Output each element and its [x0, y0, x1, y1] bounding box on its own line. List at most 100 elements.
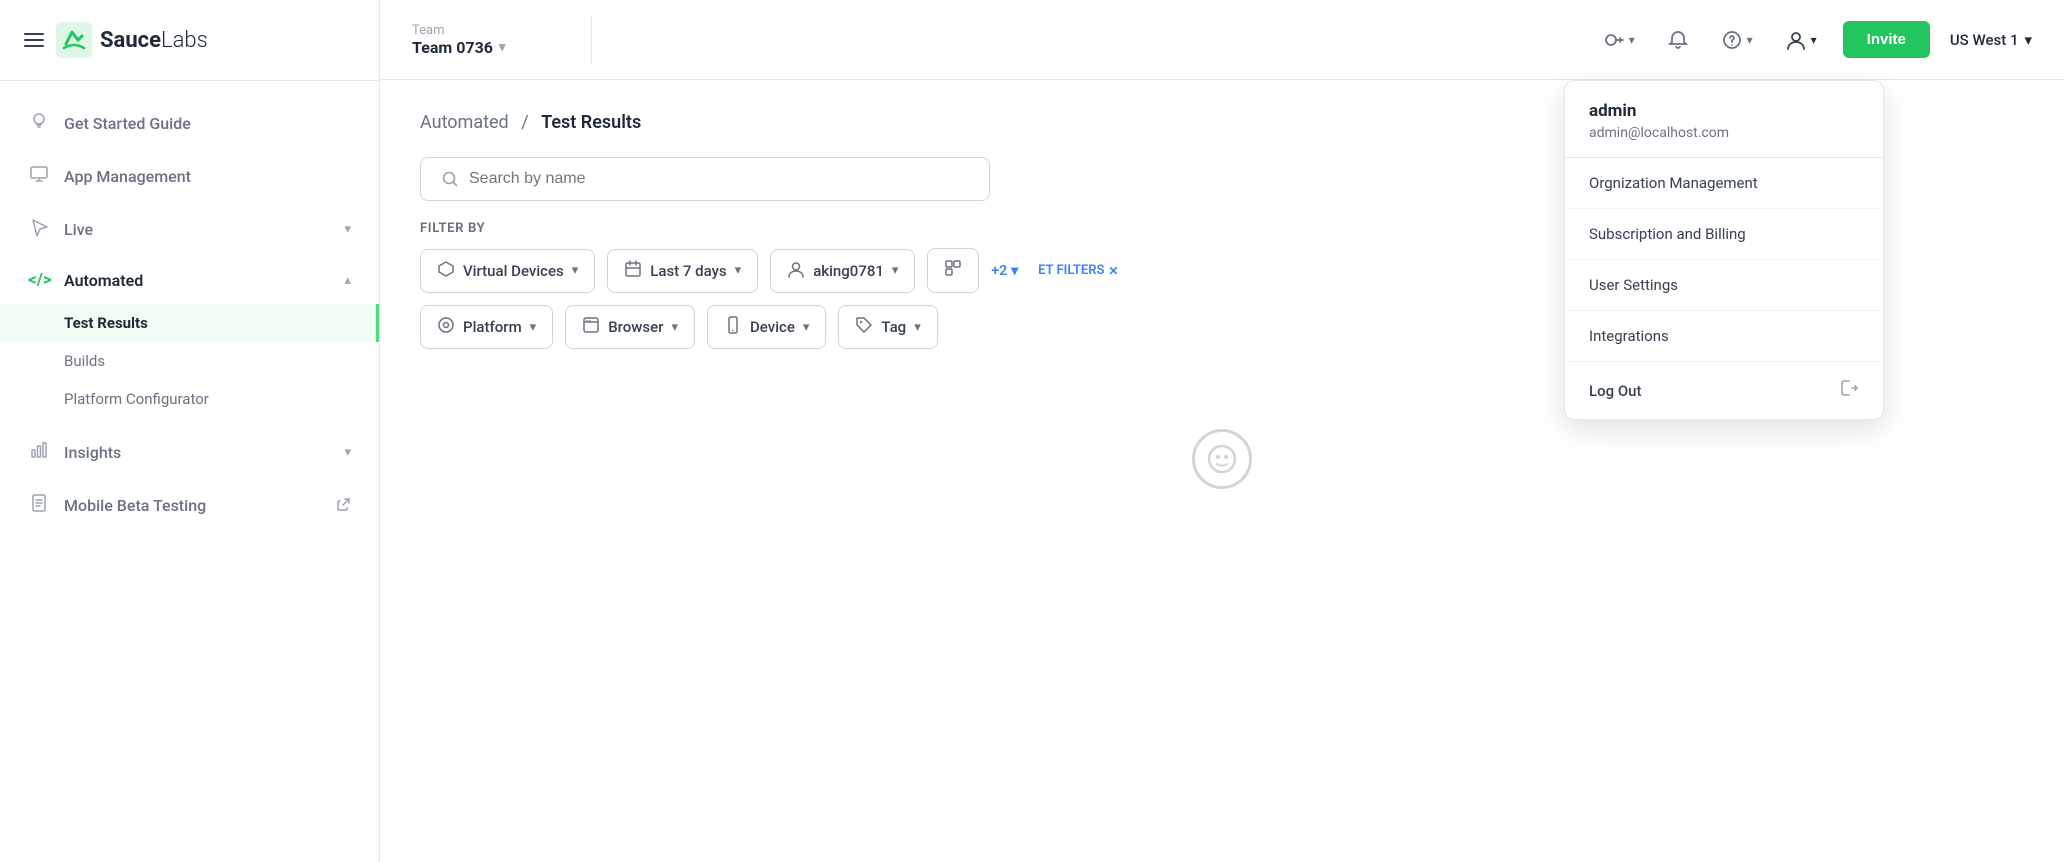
dropdown-item-label: Orgnization Management — [1589, 174, 1758, 192]
dropdown-item-subscription[interactable]: Subscription and Billing — [1565, 209, 1883, 260]
dropdown-item-org-management[interactable]: Orgnization Management — [1565, 158, 1883, 209]
filter-chip-label: Last 7 days — [650, 262, 726, 280]
sidebar-logo-area: SauceLabs — [0, 0, 379, 81]
tag-icon — [855, 316, 873, 338]
breadcrumb-current: Test Results — [541, 112, 641, 133]
breadcrumb-parent: Automated — [420, 112, 509, 133]
browser-icon — [582, 316, 600, 338]
dropdown-item-label: User Settings — [1589, 276, 1678, 294]
chevron-up-icon: ▴ — [344, 273, 351, 288]
filter-browser[interactable]: Browser ▾ — [565, 305, 695, 349]
filter-device[interactable]: Device ▾ — [707, 305, 826, 349]
sidebar-sub-item-platform-configurator[interactable]: Platform Configurator — [0, 380, 379, 418]
chevron-down-icon: ▾ — [344, 222, 351, 237]
notifications-button[interactable] — [1661, 23, 1695, 57]
filter-chip-label: Device — [750, 318, 795, 336]
sidebar-item-get-started[interactable]: Get Started Guide — [0, 97, 379, 150]
hamburger-menu-icon[interactable] — [24, 33, 44, 47]
dropdown-item-logout[interactable]: Log Out — [1565, 362, 1883, 419]
chevron-down-icon: ▾ — [1747, 33, 1753, 47]
monitor-icon — [28, 164, 50, 189]
dropdown-item-integrations[interactable]: Integrations — [1565, 311, 1883, 362]
lightbulb-icon — [28, 111, 50, 136]
search-input[interactable] — [469, 170, 969, 188]
more-count-label: +2 — [991, 263, 1007, 279]
filter-chip-label: Tag — [881, 318, 906, 336]
filter-platform[interactable]: Platform ▾ — [420, 305, 553, 349]
chevron-down-icon: ▾ — [572, 263, 579, 278]
chevron-down-icon: ▾ — [892, 263, 899, 278]
region-selector[interactable]: US West 1 ▾ — [1950, 31, 2032, 49]
invite-button[interactable]: Invite — [1843, 21, 1930, 58]
chevron-down-icon: ▾ — [803, 320, 810, 335]
logo-text: SauceLabs — [100, 28, 208, 53]
filter-virtual-devices[interactable]: Virtual Devices ▾ — [420, 249, 595, 293]
sidebar-item-label: Insights — [64, 443, 121, 462]
code-icon: </> — [28, 270, 50, 290]
filter-chip-label: aking0781 — [813, 262, 884, 280]
sidebar-item-app-management[interactable]: App Management — [0, 150, 379, 203]
calendar-icon — [624, 260, 642, 282]
document-icon — [28, 493, 50, 518]
main-area: Team Team 0736 ▾ ▾ ▾ — [380, 0, 2064, 862]
more-icon — [944, 259, 962, 282]
dropdown-email: admin@localhost.com — [1589, 125, 1859, 141]
logout-icon — [1839, 378, 1859, 403]
sidebar-item-label: Live — [64, 220, 93, 239]
filter-more-count[interactable]: +2 ▾ — [991, 263, 1018, 279]
sidebar-sub-item-builds[interactable]: Builds — [0, 342, 379, 380]
sidebar: SauceLabs Get Started Guide App Manageme… — [0, 0, 380, 862]
virtual-devices-icon — [437, 260, 455, 282]
filter-more-chip[interactable] — [927, 248, 979, 293]
sidebar-sub-item-label: Platform Configurator — [64, 390, 209, 408]
help-icon — [1721, 29, 1743, 51]
filter-last-7-days[interactable]: Last 7 days ▾ — [607, 249, 758, 293]
saucelabs-logo: SauceLabs — [56, 22, 208, 58]
sidebar-sub-item-label: Test Results — [64, 314, 148, 332]
sidebar-sub-item-label: Builds — [64, 352, 105, 370]
reset-filters[interactable]: ET FILTERS ✕ — [1038, 263, 1118, 278]
help-button[interactable]: ▾ — [1715, 23, 1759, 57]
filter-user[interactable]: aking0781 ▾ — [770, 249, 915, 293]
filter-tag[interactable]: Tag ▾ — [838, 305, 937, 349]
dropdown-user-header: admin admin@localhost.com — [1565, 81, 1883, 158]
bell-icon — [1667, 29, 1689, 51]
filter-chip-label: Virtual Devices — [463, 262, 564, 280]
chevron-down-icon: ▾ — [671, 320, 678, 335]
chevron-down-icon: ▾ — [1811, 33, 1817, 47]
sidebar-item-automated[interactable]: </> Automated ▴ — [0, 256, 379, 304]
logo-mark-icon — [56, 22, 92, 58]
team-name-display: Team 0736 ▾ — [412, 38, 571, 57]
dropdown-item-user-settings[interactable]: User Settings — [1565, 260, 1883, 311]
chevron-down-icon: ▾ — [1011, 263, 1018, 279]
breadcrumb-separator: / — [521, 112, 528, 133]
key-icon — [1603, 29, 1625, 51]
user-dropdown: admin admin@localhost.com Orgnization Ma… — [1564, 80, 1884, 420]
top-header: Team Team 0736 ▾ ▾ ▾ — [380, 0, 2064, 80]
sidebar-item-mobile-beta[interactable]: Mobile Beta Testing — [0, 479, 379, 532]
sidebar-sub-item-test-results[interactable]: Test Results — [0, 304, 379, 342]
sidebar-item-insights[interactable]: Insights ▾ — [0, 426, 379, 479]
sidebar-nav: Get Started Guide App Management Live ▾ … — [0, 81, 379, 862]
bar-chart-icon — [28, 440, 50, 465]
team-selector[interactable]: Team Team 0736 ▾ — [412, 15, 592, 65]
cursor-icon — [28, 217, 50, 242]
dropdown-item-label: Log Out — [1589, 382, 1642, 400]
chevron-down-icon: ▾ — [499, 40, 506, 55]
chevron-down-icon: ▾ — [344, 445, 351, 460]
empty-state-icon — [1192, 429, 1252, 489]
dropdown-username: admin — [1589, 101, 1859, 121]
chevron-down-icon: ▾ — [735, 263, 742, 278]
sidebar-item-label: Mobile Beta Testing — [64, 496, 206, 515]
team-label: Team — [412, 23, 571, 38]
credentials-button[interactable]: ▾ — [1597, 23, 1641, 57]
filter-chip-label: Platform — [463, 318, 522, 336]
region-label: US West 1 — [1950, 31, 2019, 49]
sidebar-item-label: App Management — [64, 167, 191, 186]
search-bar — [420, 157, 990, 201]
sidebar-item-live[interactable]: Live ▾ — [0, 203, 379, 256]
user-menu-button[interactable]: ▾ — [1779, 23, 1823, 57]
external-link-icon — [337, 496, 351, 515]
device-icon — [724, 316, 742, 338]
sidebar-item-label: Automated — [64, 271, 143, 290]
